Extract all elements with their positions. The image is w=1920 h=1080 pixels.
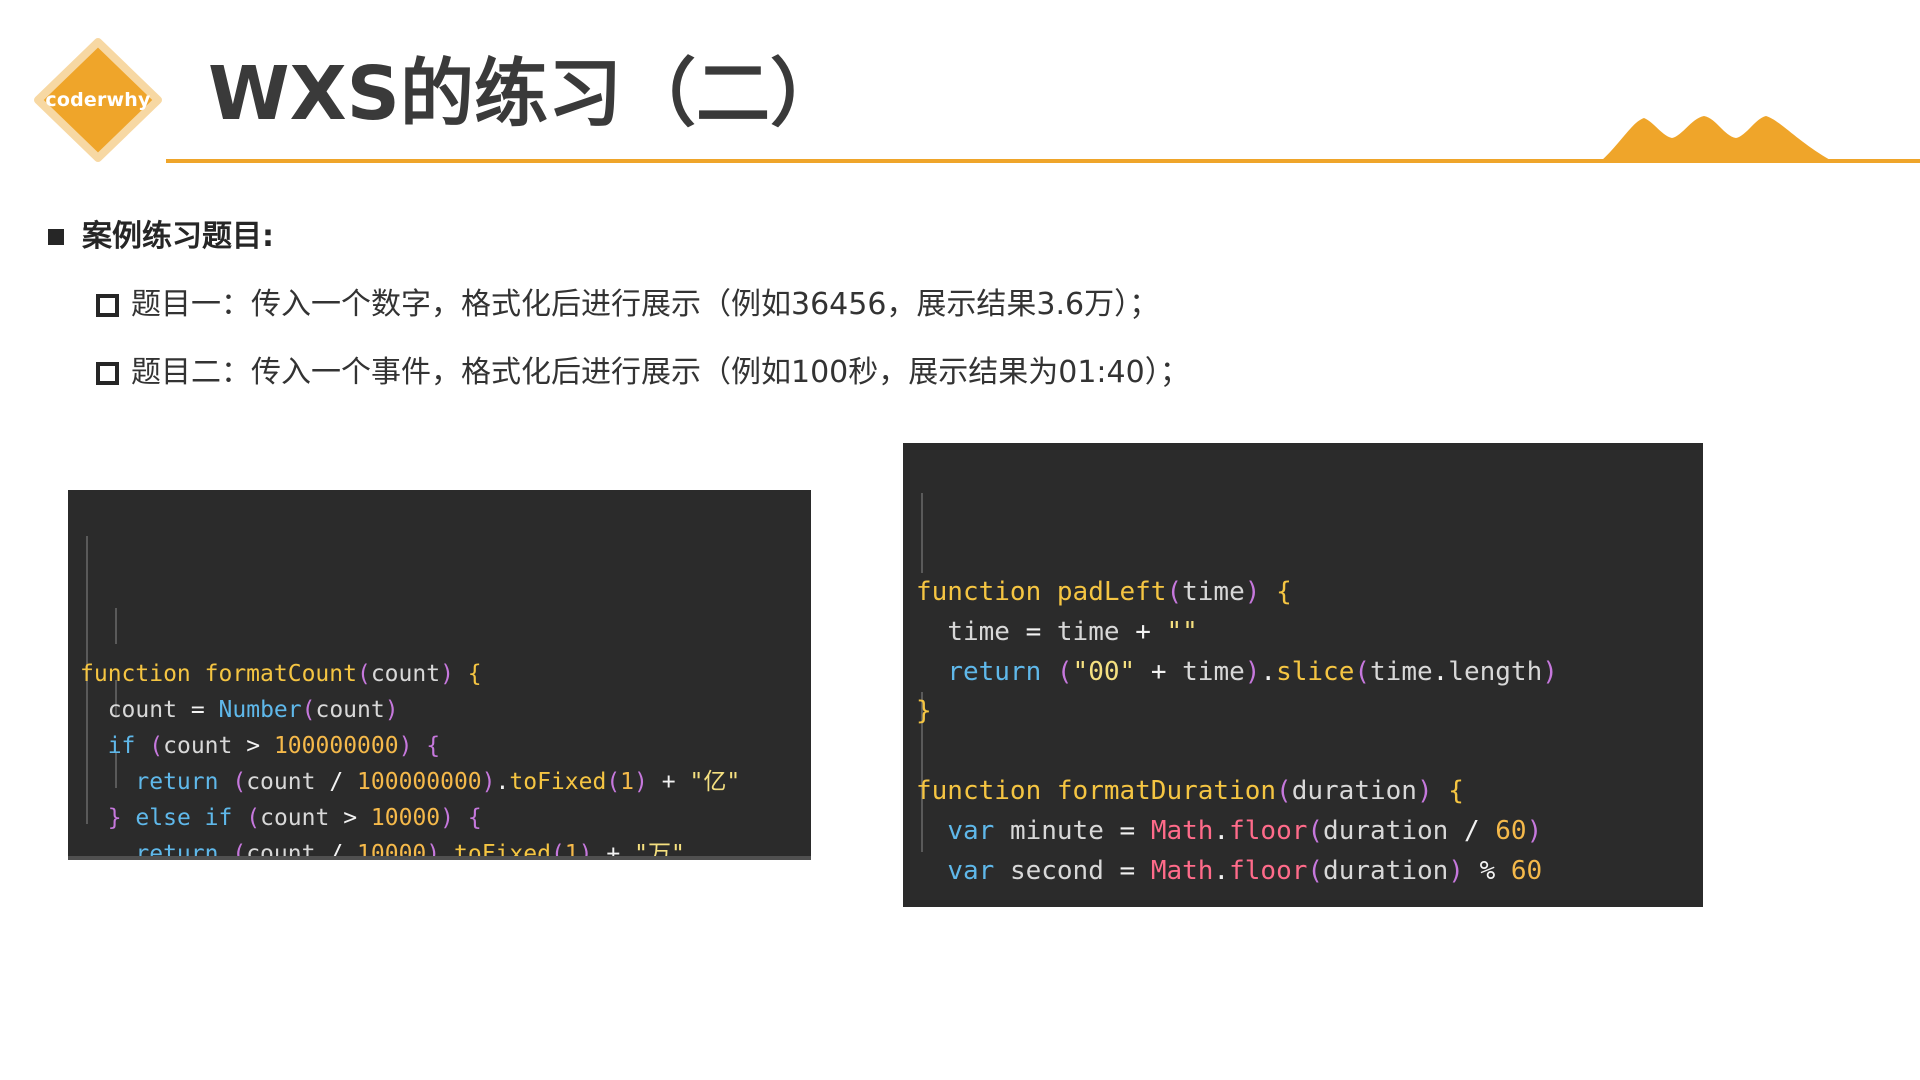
code-line: count = Number(count) xyxy=(107,697,399,723)
indent-guide xyxy=(921,493,923,573)
code-line: var minute = Math.floor(duration / 60) xyxy=(947,815,1543,846)
code-line: return (count / 100000000).toFixed(1) + … xyxy=(135,769,741,795)
slide: coderwhy WXS的练习（二） 案例练习题目: 题目一：传入一个数字，格式… xyxy=(0,0,1920,1080)
code-line: function padLeft(time) { xyxy=(916,577,1292,607)
code-line: function formatCount(count) { xyxy=(80,661,482,687)
exercise-item-2-text: 题目二：传入一个事件，格式化后进行展示（例如100秒，展示结果为01:40）； xyxy=(131,355,1190,390)
code-left: function formatCount(count) { count = Nu… xyxy=(80,656,811,860)
code-line: function formatDuration(duration) { xyxy=(916,775,1464,806)
filled-square-bullet-icon xyxy=(48,229,64,245)
section-heading: 案例练习题目: xyxy=(48,214,274,260)
coderwhy-logo: coderwhy xyxy=(30,36,166,164)
code-line: time = time + "" xyxy=(947,616,1198,647)
hollow-square-bullet-icon xyxy=(96,293,119,317)
code-line: return ("00" + time).slice(time.length) xyxy=(947,656,1558,687)
code-block-format-count: function formatCount(count) { count = Nu… xyxy=(68,490,811,860)
page-title: WXS的练习（二） xyxy=(208,51,844,137)
hollow-square-bullet-icon xyxy=(96,361,119,385)
code-line: } xyxy=(916,696,932,727)
mountains-decoration-icon xyxy=(1600,116,1834,162)
exercise-item-2: 题目二：传入一个事件，格式化后进行展示（例如100秒，展示结果为01:40）； xyxy=(96,350,1190,396)
code-right: function padLeft(time) { time = time + "… xyxy=(916,573,1703,907)
code-line: var second = Math.floor(duration) % 60 xyxy=(947,855,1543,886)
code-line: if (count > 100000000) { xyxy=(107,733,441,759)
exercise-item-1-text: 题目一：传入一个数字，格式化后进行展示（例如36456，展示结果3.6万）； xyxy=(131,287,1160,322)
indent-guide xyxy=(115,608,117,644)
code-line: } else if (count > 10000) { xyxy=(107,805,482,831)
exercise-item-1: 题目一：传入一个数字，格式化后进行展示（例如36456，展示结果3.6万）； xyxy=(96,282,1159,328)
code-block-format-duration: function padLeft(time) { time = time + "… xyxy=(903,443,1703,907)
section-heading-text: 案例练习题目: xyxy=(82,219,274,254)
logo-text: coderwhy xyxy=(45,89,151,111)
code-line: return (count / 10000).toFixed(1) + "万" xyxy=(135,841,685,860)
